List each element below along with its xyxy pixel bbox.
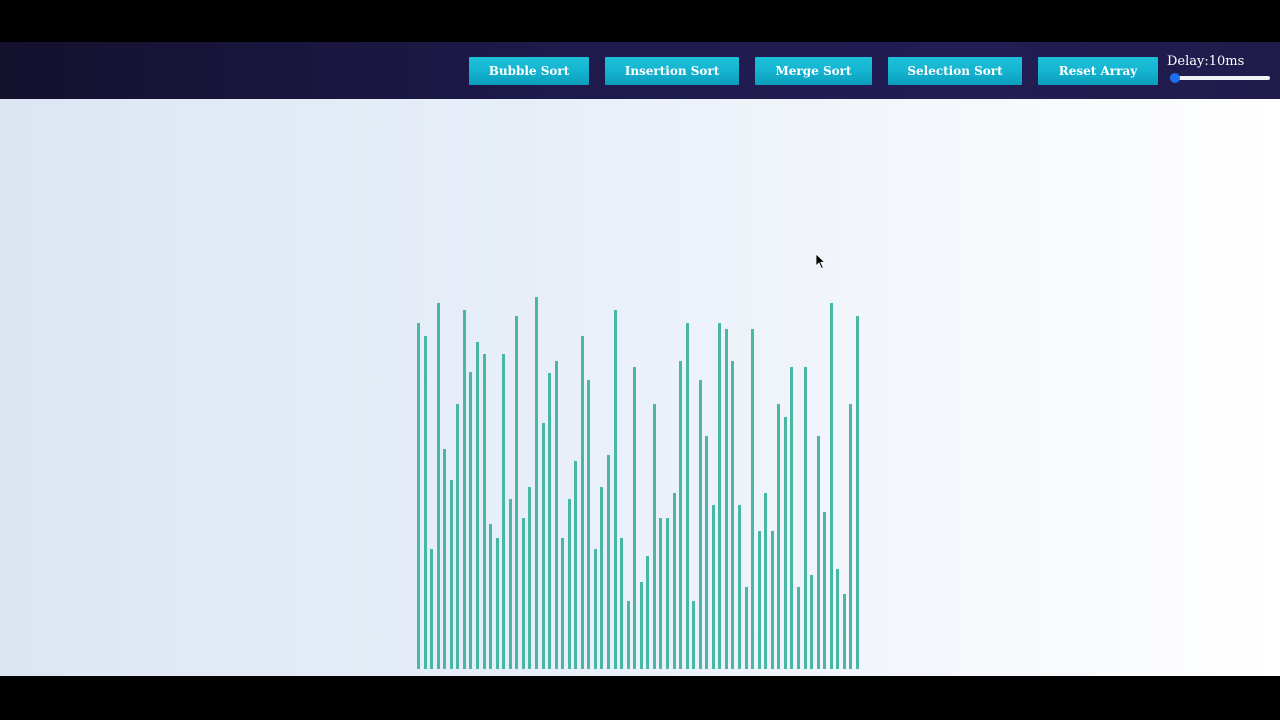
- array-bar: [731, 361, 735, 669]
- array-bar: [836, 569, 840, 669]
- delay-slider-track[interactable]: [1170, 76, 1270, 80]
- array-bar: [567, 499, 571, 669]
- array-bar: [823, 512, 827, 669]
- array-bar: [528, 487, 532, 669]
- array-bar: [626, 601, 630, 669]
- array-bar: [580, 336, 584, 669]
- array-bar: [698, 380, 702, 669]
- array-bar: [462, 310, 466, 669]
- array-bar: [711, 505, 715, 669]
- array-bar: [587, 380, 591, 669]
- array-bar: [685, 323, 689, 669]
- array-bar: [829, 303, 833, 669]
- delay-slider-thumb[interactable]: [1170, 73, 1180, 83]
- selection-sort-button[interactable]: Selection Sort: [888, 57, 1022, 85]
- array-bar: [652, 404, 656, 669]
- array-bar: [770, 531, 774, 669]
- array-bar: [548, 373, 551, 669]
- array-bar: [724, 329, 728, 669]
- array-bar: [659, 518, 663, 669]
- array-bar: [796, 587, 800, 669]
- array-bar: [508, 499, 512, 669]
- array-bar: [554, 361, 558, 669]
- array-bar: [816, 436, 820, 669]
- array-bar: [764, 493, 768, 669]
- top-navbar: Bubble Sort Insertion Sort Merge Sort Se…: [0, 42, 1280, 99]
- array-bar: [665, 518, 669, 669]
- array-bar: [417, 323, 420, 669]
- array-bar: [489, 524, 493, 669]
- array-bar: [718, 323, 722, 669]
- array-bar: [679, 361, 682, 669]
- array-bar: [593, 549, 597, 669]
- array-bar: [456, 404, 460, 669]
- array-bar: [646, 556, 650, 669]
- array-bar: [521, 518, 525, 669]
- array-bar: [495, 538, 499, 669]
- array-bar: [600, 487, 604, 669]
- array-bar: [574, 461, 578, 669]
- array-bar: [790, 367, 794, 669]
- array-bar: [757, 531, 761, 669]
- array-bar: [849, 404, 853, 669]
- array-bar: [482, 354, 486, 669]
- array-bar: [810, 575, 813, 669]
- insertion-sort-button[interactable]: Insertion Sort: [605, 57, 739, 85]
- array-bar: [534, 297, 538, 669]
- array-bar: [430, 549, 434, 669]
- array-bar: [613, 310, 617, 669]
- mouse-cursor-icon: [816, 254, 826, 270]
- reset-array-button[interactable]: Reset Array: [1038, 57, 1158, 85]
- array-bar: [620, 538, 623, 669]
- array-bar: [561, 538, 565, 669]
- array-bar: [502, 354, 506, 669]
- array-bar: [607, 455, 610, 669]
- array-bars: [0, 99, 1280, 676]
- array-bar: [692, 601, 696, 669]
- visualizer-area: [0, 99, 1280, 676]
- array-bar: [449, 480, 453, 669]
- array-bar: [475, 342, 479, 669]
- array-bar: [751, 329, 754, 669]
- array-bar: [423, 336, 427, 669]
- array-bar: [515, 316, 519, 669]
- array-bar: [469, 372, 473, 669]
- delay-slider[interactable]: [1170, 73, 1270, 83]
- array-bar: [803, 367, 807, 669]
- array-bar: [855, 316, 859, 669]
- array-bar: [633, 367, 637, 669]
- array-bar: [738, 505, 741, 669]
- array-bar: [639, 582, 643, 669]
- array-bar: [783, 417, 787, 669]
- array-bar: [541, 423, 545, 669]
- array-bar: [842, 594, 846, 669]
- array-bar: [436, 303, 440, 669]
- array-bar: [777, 404, 781, 669]
- app-window: Bubble Sort Insertion Sort Merge Sort Se…: [0, 0, 1280, 720]
- array-bar: [705, 436, 709, 669]
- bubble-sort-button[interactable]: Bubble Sort: [469, 57, 589, 85]
- array-bar: [744, 587, 748, 669]
- array-bar: [672, 493, 676, 669]
- delay-label: Delay:10ms: [1167, 54, 1245, 69]
- array-bar: [443, 449, 447, 669]
- merge-sort-button[interactable]: Merge Sort: [755, 57, 872, 85]
